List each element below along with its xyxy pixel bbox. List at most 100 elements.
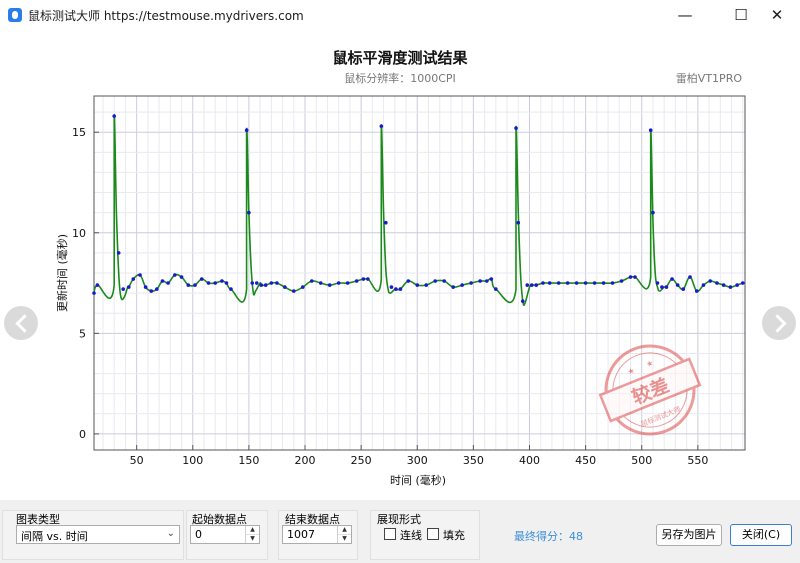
data-point (244, 128, 249, 132)
end-point-value: 1007 (287, 528, 315, 541)
data-point (670, 277, 674, 281)
data-point (318, 281, 323, 285)
data-point (651, 210, 655, 215)
chart-type-select[interactable]: 间隔 vs. 时间 ⌄ (16, 525, 180, 544)
data-point (516, 220, 521, 225)
data-point (610, 281, 615, 285)
data-point (384, 220, 388, 225)
title-bar: 鼠标测试大师 https://testmouse.mydrivers.com —… (0, 0, 800, 31)
data-point (660, 285, 664, 289)
data-point (415, 283, 420, 287)
next-arrow-button[interactable] (762, 306, 796, 340)
data-point (173, 273, 177, 277)
chart-subtitle: 鼠标分辨率：1000CPI (344, 71, 456, 85)
data-point (354, 279, 359, 283)
chart-type-value: 间隔 vs. 时间 (21, 530, 88, 543)
close-window-button[interactable]: ✕ (754, 0, 800, 30)
fill-checkbox[interactable]: 填充 (427, 527, 465, 543)
data-point (327, 283, 332, 287)
data-point (592, 281, 597, 285)
stamp-star-left: ★ (626, 366, 636, 377)
x-tick-label: 550 (687, 454, 708, 467)
series-update-interval (93, 113, 744, 306)
device-name: 雷柏VT1PRO (676, 71, 743, 85)
end-point-spinner[interactable]: 1007 ▲ ▼ (282, 525, 352, 544)
data-point (529, 283, 534, 287)
start-point-spin-buttons[interactable]: ▲ ▼ (245, 526, 259, 543)
data-point (92, 291, 96, 295)
spin-down-icon[interactable]: ▼ (338, 534, 351, 543)
y-tick-label: 5 (79, 327, 86, 340)
close-button[interactable]: 关闭(C) (730, 524, 792, 546)
display-mode-label: 展现形式 (377, 513, 421, 526)
data-point (494, 287, 498, 291)
x-tick-label: 200 (295, 454, 316, 467)
data-point (655, 281, 660, 285)
data-point (254, 281, 259, 285)
data-point (565, 281, 570, 285)
data-point (269, 281, 274, 285)
end-point-spin-buttons[interactable]: ▲ ▼ (337, 526, 351, 543)
data-point (478, 279, 482, 283)
data-point (361, 277, 366, 281)
y-tick-label: 10 (72, 227, 86, 240)
data-point (485, 279, 489, 283)
rating-stamp: 较差 鼠标测试大师 ★ ★ (598, 344, 702, 436)
data-point (283, 285, 287, 289)
data-point (193, 283, 197, 287)
data-point (309, 279, 314, 283)
chart-title: 鼠标平滑度测试结果 (332, 49, 468, 67)
data-point (675, 283, 680, 287)
data-point (460, 283, 464, 287)
checkbox-icon[interactable] (384, 528, 396, 540)
data-point (398, 287, 403, 291)
spin-up-icon[interactable]: ▲ (338, 526, 351, 534)
data-point (275, 281, 279, 285)
data-point (155, 287, 159, 291)
data-point (514, 126, 518, 130)
x-tick-label: 500 (631, 454, 652, 467)
data-point (247, 210, 251, 215)
save-image-button[interactable]: 另存为图片 (656, 524, 722, 546)
spin-down-icon[interactable]: ▼ (246, 534, 259, 543)
y-tick-label: 0 (79, 428, 86, 441)
data-point (224, 281, 229, 285)
connect-checkbox[interactable]: 连线 (384, 527, 422, 543)
display-mode-group: 展现形式 连线 填充 (370, 510, 480, 560)
data-point (735, 283, 739, 287)
data-point (263, 283, 268, 287)
connect-label: 连线 (400, 529, 422, 542)
fill-label: 填充 (443, 529, 465, 542)
data-point (126, 285, 131, 289)
start-point-group: 起始数据点 0 ▲ ▼ (186, 510, 268, 560)
data-point (433, 279, 438, 283)
data-point (701, 283, 706, 287)
control-panel: 图表类型 间隔 vs. 时间 ⌄ 起始数据点 0 ▲ ▼ 结束数据点 1007 … (0, 500, 800, 563)
start-point-spinner[interactable]: 0 ▲ ▼ (190, 525, 260, 544)
data-point (633, 275, 637, 279)
data-point (708, 279, 713, 283)
data-point (220, 279, 224, 283)
data-point (143, 285, 148, 289)
series-line (93, 113, 744, 306)
x-tick-label: 50 (130, 454, 144, 467)
data-point (229, 287, 233, 291)
chart-type-group: 图表类型 间隔 vs. 时间 ⌄ (2, 510, 184, 560)
end-point-group: 结束数据点 1007 ▲ ▼ (278, 510, 358, 560)
data-point (574, 281, 579, 285)
previous-arrow-button[interactable] (4, 306, 38, 340)
data-point (149, 289, 154, 293)
data-point (688, 275, 692, 279)
data-point (112, 114, 117, 118)
x-tick-label: 300 (407, 454, 428, 467)
window-title: 鼠标测试大师 https://testmouse.mydrivers.com (28, 9, 304, 23)
spin-up-icon[interactable]: ▲ (246, 526, 259, 534)
minimize-button[interactable]: — (662, 0, 708, 30)
data-point (424, 283, 429, 287)
data-point (250, 281, 255, 285)
data-point (121, 287, 125, 291)
x-tick-label: 400 (519, 454, 540, 467)
data-point (740, 281, 745, 285)
checkbox-icon[interactable] (427, 528, 439, 540)
data-point (336, 281, 341, 285)
